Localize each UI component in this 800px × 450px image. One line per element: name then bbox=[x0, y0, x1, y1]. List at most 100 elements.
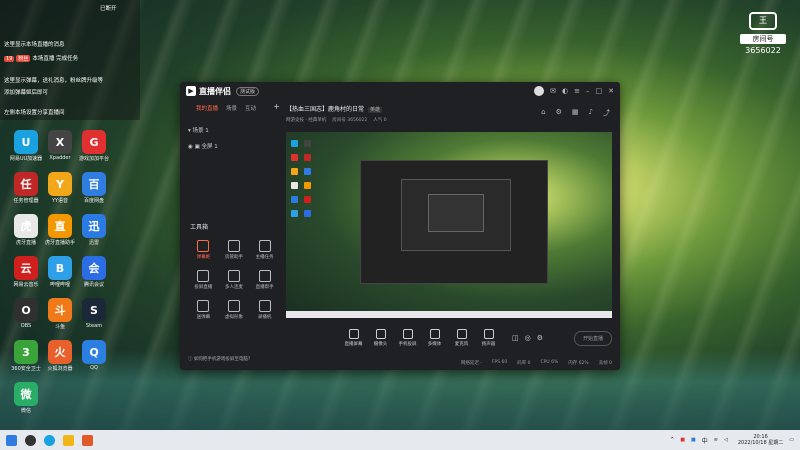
app-tray-icon[interactable]: ■ bbox=[680, 437, 685, 443]
windows-taskbar: ^ ■ ■ 中 ≋ ◁ 20:16 2022/10/18 星期二 ▭ bbox=[0, 430, 800, 450]
status-item: 丢帧 0 bbox=[598, 361, 612, 366]
minimize-icon[interactable]: – bbox=[586, 87, 590, 95]
nested-window-3 bbox=[428, 194, 484, 232]
desktop-app-icon: X bbox=[48, 130, 72, 154]
tab-interact[interactable]: 互动 bbox=[245, 104, 256, 112]
bell-icon[interactable]: ♪ bbox=[589, 108, 593, 118]
toolbox-item[interactable]: 送弹幕 bbox=[188, 300, 219, 320]
maximize-icon[interactable]: □ bbox=[596, 87, 603, 95]
source-item[interactable]: ◉ ▣ 全屏 1 bbox=[186, 142, 280, 150]
tool-icon bbox=[258, 300, 271, 312]
tool-label: 多人连麦 bbox=[224, 285, 243, 290]
tool-icon bbox=[197, 300, 210, 312]
tool-icon bbox=[227, 240, 240, 252]
desktop-icon[interactable]: 会腾讯会议 bbox=[74, 256, 114, 288]
tool-label: 送弹幕 bbox=[196, 315, 211, 320]
menu-icon[interactable]: ≡ bbox=[574, 87, 580, 95]
source-button[interactable]: 手机投屏 bbox=[394, 329, 421, 347]
search-icon[interactable] bbox=[25, 434, 36, 446]
desktop-icon[interactable]: Q QQ bbox=[74, 340, 114, 371]
notification-icon[interactable]: ▭ bbox=[789, 437, 794, 443]
title-bar[interactable]: ▶ 直播伴侣 测试版 ✉ ◐ ≡ – □ ✕ bbox=[180, 82, 620, 100]
scene-sidebar: 我的直播 场景 互动 + ▾ 场景 1 ◉ ▣ 全屏 1 工具箱 弹幕姬 房管助手… bbox=[186, 103, 282, 366]
settings-icon[interactable]: ⚙ bbox=[556, 108, 562, 118]
desktop-icon-label: 微信 bbox=[20, 408, 31, 414]
help-hint[interactable]: ⓘ 如何把手机游戏投屏至电脑？ bbox=[188, 356, 282, 362]
tray-app-icon[interactable]: ■ bbox=[691, 437, 696, 443]
preview-mini-icon bbox=[291, 182, 298, 189]
clock[interactable]: 20:16 2022/10/18 星期二 bbox=[738, 434, 783, 446]
version-tag[interactable]: 测试版 bbox=[236, 86, 260, 96]
nested-window-2 bbox=[401, 179, 511, 251]
add-scene-icon[interactable]: + bbox=[273, 103, 280, 112]
close-icon[interactable]: ✕ bbox=[608, 87, 614, 95]
start-icon[interactable] bbox=[6, 434, 17, 446]
source-label: 手机投屏 bbox=[398, 342, 417, 347]
wifi-icon[interactable]: ≋ bbox=[714, 437, 718, 443]
source-button[interactable]: 摄像头 bbox=[367, 329, 394, 347]
desktop-icon-label: 游戏加加平台 bbox=[78, 156, 109, 162]
tool-label: 弹幕姬 bbox=[196, 255, 211, 260]
toolbox-item[interactable]: 投屏直播 bbox=[188, 270, 219, 290]
desktop-icon[interactable]: 百百度网盘 bbox=[74, 172, 114, 204]
skin-icon[interactable]: ◐ bbox=[562, 87, 568, 95]
source-button[interactable]: 直播屏幕 bbox=[340, 329, 367, 347]
source-buttons: 直播屏幕 摄像头 手机投屏 多媒体 麦克风 扬声器 bbox=[340, 329, 502, 347]
toolbox-item[interactable]: 录播机 bbox=[249, 300, 280, 320]
desktop-icon[interactable]: S Steam bbox=[74, 298, 114, 329]
source-label: 摄像头 bbox=[373, 342, 388, 347]
desktop-app-icon: 微 bbox=[14, 382, 38, 406]
room-tag[interactable]: 英雄 bbox=[368, 107, 383, 113]
gear-icon[interactable]: ⚙ bbox=[537, 334, 543, 342]
chevron-up-icon[interactable]: ^ bbox=[670, 437, 674, 443]
toolbox-item[interactable]: 房管助手 bbox=[219, 240, 250, 260]
start-live-button[interactable]: 开始直播 bbox=[573, 330, 612, 346]
desktop-icon-label: 百度网盘 bbox=[83, 198, 104, 204]
toolbox-item[interactable]: 虚拟形象 bbox=[219, 300, 250, 320]
tool-label: 房管助手 bbox=[224, 255, 243, 260]
source-icon bbox=[483, 329, 494, 339]
desktop-icon[interactable]: G 游戏加加平台 bbox=[74, 130, 114, 162]
tab-my-live[interactable]: 我的直播 bbox=[196, 104, 218, 112]
preview-desktop-icons bbox=[288, 138, 322, 222]
status-item: 网络延迟 - bbox=[460, 361, 482, 366]
preview-mini-icon bbox=[304, 210, 311, 217]
stats-icon[interactable]: ▦ bbox=[572, 108, 579, 118]
status-item: CPU 6% bbox=[540, 360, 559, 365]
overlay-line: 添加弹幕姬后即可 bbox=[4, 90, 49, 96]
camera-icon[interactable]: ◫ bbox=[512, 334, 519, 342]
source-icon bbox=[429, 329, 440, 339]
source-button[interactable]: 多媒体 bbox=[421, 329, 448, 347]
source-button[interactable]: 麦克风 bbox=[448, 329, 475, 347]
lock-icon[interactable]: ▣ bbox=[195, 144, 200, 150]
watermark-logo-icon: 王 bbox=[749, 12, 777, 30]
eye-icon[interactable]: ◉ bbox=[188, 144, 193, 150]
status-item: 码率 0 bbox=[517, 361, 531, 366]
scene-name[interactable]: ▾ 场景 1 bbox=[186, 126, 280, 134]
browser-icon[interactable] bbox=[44, 434, 55, 446]
gift-icon[interactable]: ⌂ bbox=[541, 108, 545, 118]
live-preview[interactable] bbox=[286, 132, 612, 318]
toolbox-item[interactable]: 直播帮手 bbox=[249, 270, 280, 290]
message-icon[interactable]: ✉ bbox=[550, 87, 556, 95]
source-button[interactable]: 扬声器 bbox=[475, 329, 502, 347]
tab-scene[interactable]: 场景 bbox=[226, 104, 237, 112]
desktop-app-icon: 斗 bbox=[48, 298, 72, 322]
system-tray: ^ ■ ■ 中 ≋ ◁ 20:16 2022/10/18 星期二 ▭ bbox=[670, 434, 794, 446]
tool-icon bbox=[258, 240, 271, 252]
toolbox-item[interactable]: 多人连麦 bbox=[219, 270, 250, 290]
preview-mini-icon bbox=[291, 168, 298, 175]
desktop-icon[interactable]: 微微信 bbox=[6, 382, 46, 414]
toolbox-item[interactable]: 弹幕姬 bbox=[188, 240, 219, 260]
visibility-icon[interactable]: ◎ bbox=[525, 334, 531, 342]
companion-taskbar-icon[interactable] bbox=[82, 434, 93, 446]
explorer-icon[interactable] bbox=[63, 434, 74, 446]
user-avatar[interactable] bbox=[534, 86, 545, 96]
desktop-icon[interactable]: 迅迅雷 bbox=[74, 214, 114, 246]
toolbox-item[interactable]: 主播任务 bbox=[249, 240, 280, 260]
desktop-app-icon: O bbox=[14, 298, 38, 322]
input-language[interactable]: 中 bbox=[702, 436, 708, 445]
volume-icon[interactable]: ◁ bbox=[724, 437, 728, 443]
share-icon[interactable]: ⤴ bbox=[603, 108, 610, 118]
tool-label: 主播任务 bbox=[255, 255, 274, 260]
